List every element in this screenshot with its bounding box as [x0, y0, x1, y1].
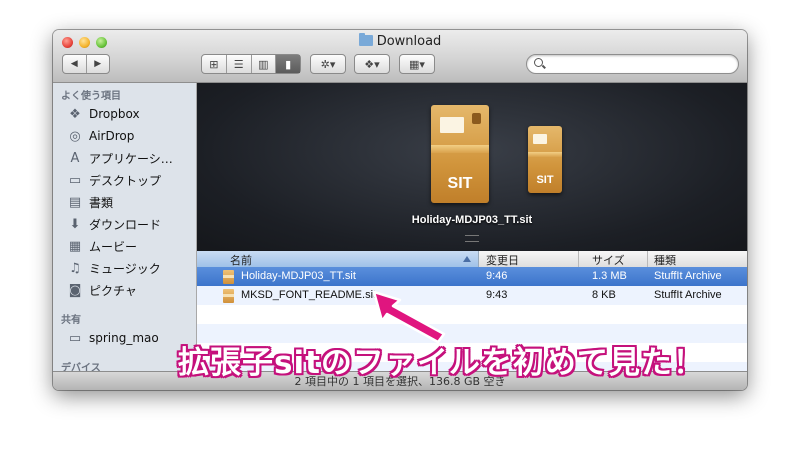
icon-view-button[interactable]: ⊞ [202, 55, 227, 73]
desktop-icon: ▭ [68, 172, 82, 188]
sidebar-item-downloads[interactable]: ⬇ ダウンロード [67, 214, 161, 234]
file-kind: StuffIt Archive [654, 270, 722, 282]
sidebar-item-applications[interactable]: A アプリケーシ… [67, 148, 173, 168]
box-band [431, 145, 489, 153]
file-kind: StuffIt Archive [654, 289, 722, 301]
empty-row [197, 305, 747, 324]
file-modified: 9:43 [486, 289, 508, 301]
sit-badge-small: SIT [536, 174, 554, 186]
sidebar-item-movies[interactable]: ▦ ムービー [67, 236, 137, 256]
column-view-icon: ▥ [258, 57, 269, 71]
download-badge-icon [472, 113, 481, 124]
sit-file-icon [223, 289, 234, 303]
column-divider [647, 251, 648, 267]
preview-resize-grip[interactable] [465, 235, 479, 242]
column-header-modified[interactable]: 変更日 [486, 252, 519, 268]
action-button[interactable]: ✲▾ [310, 54, 346, 74]
search-field[interactable] [526, 54, 739, 74]
file-name: MKSD_FONT_README.sit [241, 289, 377, 301]
sidebar-item-pictures[interactable]: ◙ ピクチャ [67, 280, 137, 300]
icon-view-icon: ⊞ [209, 57, 219, 71]
title-bar: Download ◀ ▶ ⊞ ☰ ▥ ▮ ✲▾ ❖▾ ▦▾ [53, 30, 747, 83]
file-name: Holiday-MDJP03_TT.sit [241, 270, 356, 282]
favorites-header: よく使う項目 [61, 91, 121, 102]
coverflow-view-button[interactable]: ▮ [276, 55, 300, 73]
file-size: 8 KB [592, 289, 616, 301]
computer-icon: ▭ [68, 330, 82, 346]
column-header-kind[interactable]: 種類 [654, 252, 676, 268]
applications-icon: A [70, 150, 80, 166]
coverflow-view-icon: ▮ [285, 57, 292, 71]
column-divider [578, 251, 579, 267]
file-size: 1.3 MB [592, 270, 627, 282]
column-view-button[interactable]: ▥ [252, 55, 277, 73]
coverflow-preview[interactable]: SIT SIT Holiday-MDJP03_TT.sit [197, 83, 747, 251]
sit-badge-large: SIT [447, 175, 473, 192]
downloads-icon: ⬇ [69, 216, 81, 232]
arrange-icon: ▦▾ [409, 57, 425, 71]
gear-icon: ✲▾ [320, 57, 336, 71]
annotation-caption: 拡張子sitのファイルを初めて見た！ [178, 345, 705, 381]
box-band-small [528, 152, 562, 157]
back-forward-control: ◀ ▶ [62, 54, 110, 74]
list-view-button[interactable]: ☰ [227, 55, 252, 73]
column-header-name[interactable]: 名前 [230, 252, 252, 268]
sit-file-icon [223, 270, 234, 284]
forward-arrow-icon: ▶ [94, 59, 102, 69]
sidebar-item-airdrop[interactable]: ◎ AirDrop [67, 126, 134, 146]
shared-header: 共有 [61, 315, 81, 326]
sidebar-item-spring-mao[interactable]: ▭ spring_mao [67, 328, 159, 348]
sidebar-item-music[interactable]: ♫ ミュージック [67, 258, 161, 278]
back-arrow-icon: ◀ [70, 59, 78, 69]
pictures-icon: ◙ [68, 282, 82, 298]
music-icon: ♫ [69, 260, 81, 276]
movies-icon: ▦ [68, 238, 82, 254]
table-row[interactable]: Holiday-MDJP03_TT.sit 9:46 1.3 MB StuffI… [197, 267, 747, 286]
dropbox-button[interactable]: ❖▾ [354, 54, 390, 74]
list-view-icon: ☰ [233, 57, 244, 71]
forward-button[interactable]: ▶ [87, 55, 110, 73]
label-tag [440, 117, 464, 133]
back-button[interactable]: ◀ [63, 55, 87, 73]
sort-ascending-icon [463, 256, 471, 262]
sidebar-item-desktop[interactable]: ▭ デスクトップ [67, 170, 161, 190]
label-tag-small [533, 134, 547, 144]
sit-archive-large-icon: SIT [431, 105, 489, 203]
folder-icon [358, 33, 373, 46]
dropbox-icon: ❖ [69, 106, 81, 122]
table-row[interactable]: MKSD_FONT_README.sit 9:43 8 KB StuffIt A… [197, 286, 747, 305]
documents-icon: ▤ [68, 194, 82, 210]
search-icon [534, 58, 543, 67]
devices-header: デバイス [61, 363, 101, 371]
file-modified: 9:46 [486, 270, 508, 282]
column-header-size[interactable]: サイズ [592, 252, 625, 268]
list-header: 名前 変更日 サイズ 種類 [197, 251, 747, 268]
preview-filename: Holiday-MDJP03_TT.sit [411, 214, 533, 226]
airdrop-icon: ◎ [69, 128, 81, 144]
sit-archive-small-icon: SIT [528, 126, 562, 193]
dropbox-icon: ❖▾ [364, 57, 380, 71]
sidebar-item-dropbox[interactable]: ❖ Dropbox [67, 104, 139, 124]
sidebar: よく使う項目 ❖ Dropbox ◎ AirDrop A アプリケーシ… ▭ デスクトッ… [53, 83, 197, 371]
window-title: Download [53, 33, 747, 49]
arrange-button[interactable]: ▦▾ [399, 54, 435, 74]
view-mode-control: ⊞ ☰ ▥ ▮ [201, 54, 301, 74]
sidebar-item-documents[interactable]: ▤ 書類 [67, 192, 113, 212]
